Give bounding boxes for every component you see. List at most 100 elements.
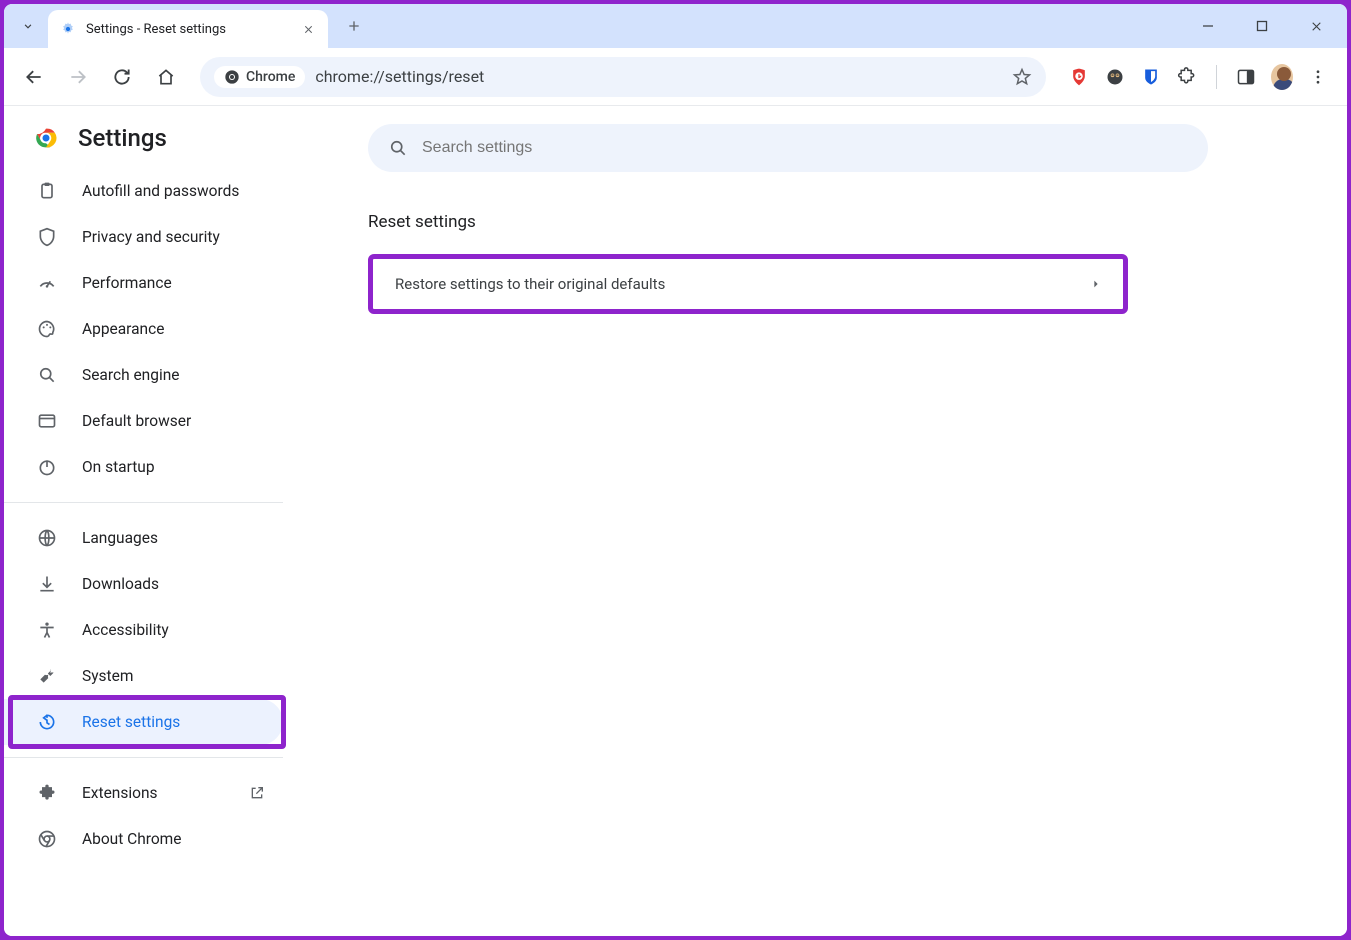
nav-label: Extensions: [82, 784, 158, 802]
search-settings-box[interactable]: [368, 124, 1208, 172]
download-icon: [36, 573, 58, 595]
tab-search-button[interactable]: [12, 10, 44, 42]
search-icon: [36, 364, 58, 386]
browser-window: Settings - Reset settings: [4, 4, 1347, 936]
ublock-icon[interactable]: [1068, 66, 1090, 88]
extension2-icon[interactable]: [1104, 66, 1126, 88]
nav-reset-settings[interactable]: Reset settings: [4, 699, 283, 745]
settings-nav[interactable]: Autofill and passwords Privacy and secur…: [4, 160, 303, 936]
new-tab-button[interactable]: [338, 10, 370, 42]
speedometer-icon: [36, 272, 58, 294]
nav-default-browser[interactable]: Default browser: [4, 398, 283, 444]
menu-button[interactable]: [1307, 66, 1329, 88]
arrow-right-icon: [68, 67, 88, 87]
browser-tab[interactable]: Settings - Reset settings: [48, 10, 328, 48]
maximize-button[interactable]: [1239, 10, 1285, 42]
tab-title: Settings - Reset settings: [86, 22, 290, 37]
puzzle-icon: [1177, 67, 1197, 87]
shield-icon: [36, 226, 58, 248]
section-title: Reset settings: [368, 212, 1128, 232]
nav-label: Default browser: [82, 412, 191, 430]
reset-section: Reset settings Restore settings to their…: [328, 182, 1168, 344]
browser-icon: [36, 410, 58, 432]
nav-on-startup[interactable]: On startup: [4, 444, 283, 490]
omnibox[interactable]: Chrome chrome://settings/reset: [200, 57, 1046, 97]
nav-separator: [4, 502, 283, 503]
chrome-icon: [36, 828, 58, 850]
page-title: Settings: [78, 124, 167, 152]
profile-button[interactable]: [1271, 66, 1293, 88]
nav-label: Languages: [82, 529, 158, 547]
nav-label: Performance: [82, 274, 172, 292]
nav-about-chrome[interactable]: About Chrome: [4, 816, 283, 862]
nav-label: About Chrome: [82, 830, 182, 848]
home-button[interactable]: [148, 59, 184, 95]
nav-privacy[interactable]: Privacy and security: [4, 214, 283, 260]
nav-accessibility[interactable]: Accessibility: [4, 607, 283, 653]
side-panel-button[interactable]: [1235, 66, 1257, 88]
nav-autofill[interactable]: Autofill and passwords: [4, 168, 283, 214]
minimize-button[interactable]: [1185, 10, 1231, 42]
toolbar-divider: [1216, 65, 1217, 89]
plus-icon: [346, 18, 362, 34]
reload-icon: [112, 67, 132, 87]
settings-header: Settings: [4, 106, 303, 160]
power-icon: [36, 456, 58, 478]
nav-label: Search engine: [82, 366, 180, 384]
nav-label: System: [82, 667, 133, 685]
forward-button[interactable]: [60, 59, 96, 95]
extension-icons: [1062, 65, 1335, 89]
minimize-icon: [1202, 20, 1214, 32]
open-in-new-icon: [249, 785, 265, 801]
arrow-left-icon: [24, 67, 44, 87]
search-settings-input[interactable]: [422, 139, 1188, 157]
main-panel: Reset settings Restore settings to their…: [304, 106, 1347, 936]
chevron-right-icon: [1091, 278, 1101, 290]
nav-separator: [4, 757, 283, 758]
restore-defaults-row[interactable]: Restore settings to their original defau…: [368, 254, 1128, 314]
bitwarden-icon[interactable]: [1140, 66, 1162, 88]
nav-appearance[interactable]: Appearance: [4, 306, 283, 352]
nav-label: Privacy and security: [82, 228, 220, 246]
nav-label: Accessibility: [82, 621, 169, 639]
restore-icon: [36, 711, 58, 733]
nav-system[interactable]: System: [4, 653, 283, 699]
titlebar: Settings - Reset settings: [4, 4, 1347, 48]
palette-icon: [36, 318, 58, 340]
site-chip-label: Chrome: [246, 69, 295, 85]
nav-label: Appearance: [82, 320, 164, 338]
kebab-icon: [1309, 68, 1327, 86]
puzzle-icon: [36, 782, 58, 804]
back-button[interactable]: [16, 59, 52, 95]
gear-icon: [60, 21, 76, 37]
close-icon: [1310, 20, 1323, 33]
nav-search-engine[interactable]: Search engine: [4, 352, 283, 398]
maximize-icon: [1256, 20, 1268, 32]
reload-button[interactable]: [104, 59, 140, 95]
url-text: chrome://settings/reset: [315, 67, 1002, 86]
page-content: Settings Autofill and passwords Privacy …: [4, 106, 1347, 936]
browser-toolbar: Chrome chrome://settings/reset: [4, 48, 1347, 106]
globe-icon: [36, 527, 58, 549]
search-row: [328, 106, 1323, 182]
close-window-button[interactable]: [1293, 10, 1339, 42]
accessibility-icon: [36, 619, 58, 641]
nav-extensions[interactable]: Extensions: [4, 770, 283, 816]
avatar-icon: [1271, 64, 1293, 90]
nav-performance[interactable]: Performance: [4, 260, 283, 306]
home-icon: [156, 67, 176, 87]
bookmark-button[interactable]: [1012, 67, 1032, 87]
nav-label: Downloads: [82, 575, 159, 593]
chrome-logo-icon: [32, 124, 60, 152]
nav-label: Reset settings: [82, 713, 180, 731]
nav-downloads[interactable]: Downloads: [4, 561, 283, 607]
extensions-button[interactable]: [1176, 66, 1198, 88]
site-chip[interactable]: Chrome: [214, 66, 305, 88]
nav-languages[interactable]: Languages: [4, 515, 283, 561]
wrench-icon: [36, 665, 58, 687]
tab-close-button[interactable]: [300, 21, 316, 37]
star-icon: [1012, 67, 1032, 87]
close-icon: [303, 24, 314, 35]
chrome-icon: [224, 69, 240, 85]
restore-defaults-label: Restore settings to their original defau…: [395, 275, 665, 293]
